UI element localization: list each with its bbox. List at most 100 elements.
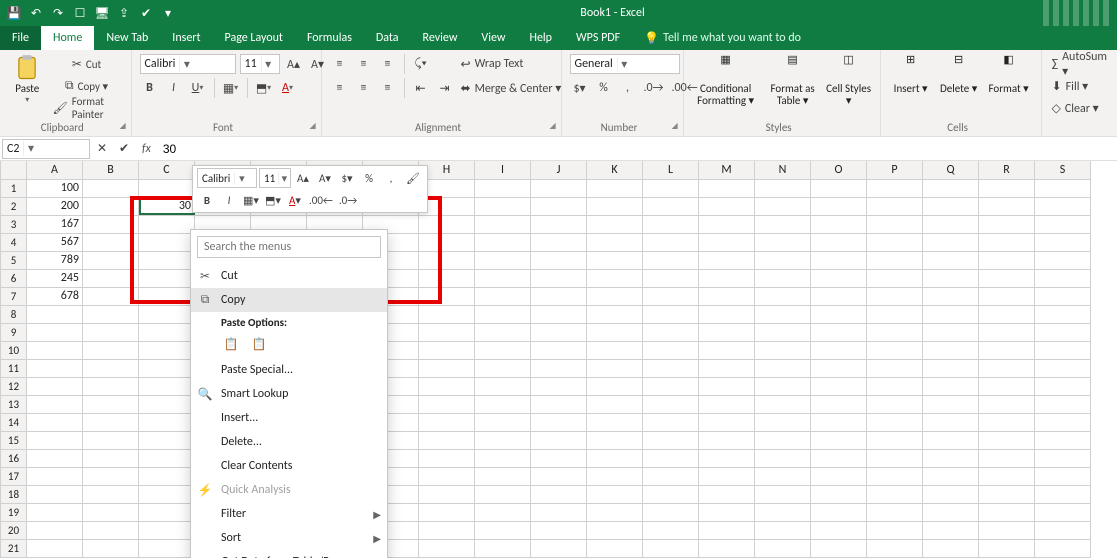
cell[interactable] [811, 467, 867, 485]
cell[interactable] [923, 287, 979, 305]
cell[interactable] [27, 467, 83, 485]
cell[interactable] [531, 215, 587, 233]
cell[interactable] [699, 323, 755, 341]
cell[interactable] [867, 431, 923, 449]
format-as-table-button[interactable]: ▤Format as Table ▾ [764, 54, 822, 107]
cell[interactable] [867, 467, 923, 485]
cell[interactable] [867, 179, 923, 197]
cell[interactable] [531, 197, 587, 215]
cell[interactable] [419, 431, 475, 449]
mini-shrink-font[interactable]: A▾ [315, 168, 335, 188]
cell[interactable] [867, 287, 923, 305]
cell[interactable]: 167 [27, 215, 83, 233]
cell[interactable] [699, 377, 755, 395]
cell[interactable] [83, 341, 139, 359]
cell[interactable] [643, 485, 699, 503]
cell[interactable] [643, 197, 699, 215]
cell[interactable] [531, 503, 587, 521]
cell[interactable] [755, 395, 811, 413]
cell[interactable] [643, 251, 699, 269]
cell[interactable] [531, 269, 587, 287]
cell[interactable] [923, 359, 979, 377]
wrap-text-button[interactable]: ↩Wrap Text [459, 54, 569, 74]
name-box[interactable]: C2▾ [2, 139, 90, 159]
cell[interactable] [699, 179, 755, 197]
mini-italic[interactable]: I [219, 190, 239, 210]
row-header[interactable]: 21 [1, 539, 27, 557]
mini-format-painter[interactable]: 🖌 [403, 168, 423, 188]
cell[interactable] [755, 233, 811, 251]
cell[interactable] [699, 305, 755, 323]
cell[interactable] [475, 323, 531, 341]
column-header[interactable]: J [531, 161, 587, 179]
cell[interactable] [139, 179, 195, 197]
cell[interactable] [979, 179, 1035, 197]
column-header[interactable]: A [27, 161, 83, 179]
cell[interactable] [531, 521, 587, 539]
formula-input[interactable] [159, 142, 1115, 156]
cell[interactable] [755, 197, 811, 215]
cell[interactable] [923, 503, 979, 521]
cell[interactable] [83, 539, 139, 557]
comma-button[interactable]: , [618, 78, 638, 98]
cell[interactable] [531, 485, 587, 503]
cell[interactable] [979, 251, 1035, 269]
cell[interactable]: 100 [27, 179, 83, 197]
cell[interactable] [811, 215, 867, 233]
cell[interactable] [811, 323, 867, 341]
cell[interactable] [643, 431, 699, 449]
cell[interactable] [811, 413, 867, 431]
cell[interactable] [811, 269, 867, 287]
cell[interactable] [923, 467, 979, 485]
cell[interactable] [755, 287, 811, 305]
cell[interactable] [699, 449, 755, 467]
cell[interactable] [755, 503, 811, 521]
cell[interactable] [643, 287, 699, 305]
cell[interactable] [1035, 413, 1091, 431]
cell[interactable] [755, 323, 811, 341]
cell[interactable] [811, 485, 867, 503]
cell[interactable] [531, 413, 587, 431]
menu-search[interactable]: Search the menus [197, 236, 381, 258]
cell[interactable] [419, 269, 475, 287]
menu-item-insert[interactable]: Insert... [191, 406, 387, 430]
underline-button[interactable]: U▾ [188, 78, 208, 98]
cell[interactable] [139, 449, 195, 467]
redo-icon[interactable]: ↷ [50, 5, 66, 21]
column-header[interactable]: B [83, 161, 139, 179]
cell[interactable] [979, 503, 1035, 521]
cell[interactable] [475, 305, 531, 323]
column-header[interactable]: O [811, 161, 867, 179]
cell[interactable] [139, 431, 195, 449]
cell[interactable] [27, 323, 83, 341]
cell[interactable] [699, 269, 755, 287]
mini-currency[interactable]: $▾ [337, 168, 357, 188]
italic-button[interactable]: I [164, 78, 184, 98]
cell[interactable] [643, 341, 699, 359]
cell[interactable] [139, 323, 195, 341]
cell[interactable] [643, 395, 699, 413]
mini-font-name[interactable]: Calibri▾ [197, 168, 257, 188]
column-header[interactable]: L [643, 161, 699, 179]
cell[interactable] [923, 413, 979, 431]
cell[interactable] [475, 377, 531, 395]
cell[interactable] [83, 467, 139, 485]
cell[interactable] [755, 251, 811, 269]
cell[interactable] [923, 377, 979, 395]
cell[interactable] [979, 395, 1035, 413]
cell[interactable] [867, 359, 923, 377]
cell[interactable] [419, 539, 475, 557]
cell[interactable] [755, 413, 811, 431]
cell[interactable] [811, 341, 867, 359]
align-center-button[interactable]: ≡ [354, 78, 374, 98]
cell[interactable] [139, 485, 195, 503]
cell[interactable] [419, 359, 475, 377]
cell[interactable] [83, 269, 139, 287]
tab-formulas[interactable]: Formulas [295, 26, 364, 50]
cell[interactable] [643, 233, 699, 251]
cell[interactable] [531, 395, 587, 413]
insert-cells-button[interactable]: ⊞Insert ▾ [889, 54, 933, 95]
row-header[interactable]: 11 [1, 359, 27, 377]
enter-entry-button[interactable]: ✔ [114, 139, 134, 159]
cell[interactable] [83, 521, 139, 539]
